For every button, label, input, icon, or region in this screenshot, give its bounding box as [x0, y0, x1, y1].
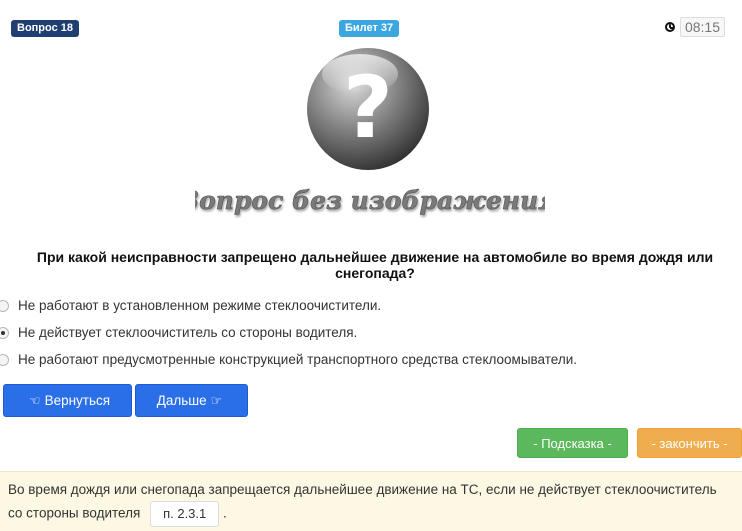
clock-icon — [664, 22, 675, 32]
hint-panel: Во время дождя или снегопада запрещается… — [0, 471, 742, 531]
question-number-badge: Вопрос 18 — [11, 20, 80, 37]
svg-text:?: ? — [343, 58, 393, 158]
answer-list: Не работают в установленном режиме стекл… — [0, 292, 577, 373]
finish-button[interactable]: - закончить - — [637, 428, 742, 458]
answer-option[interactable]: Не действует стеклоочиститель со стороны… — [0, 319, 577, 346]
answer-option[interactable]: Не работают предусмотренные конструкцией… — [0, 346, 577, 373]
ticket-number-badge: Билет 37 — [339, 20, 400, 37]
hand-right-icon: ☞ — [210, 392, 223, 408]
no-image-caption: Вопрос без изображения — [195, 186, 545, 215]
answer-label: Не действует стеклоочиститель со стороны… — [18, 325, 358, 340]
rule-reference[interactable]: п. 2.3.1 — [150, 501, 220, 527]
finish-button-label: - закончить - — [651, 435, 728, 451]
answer-label: Не работают предусмотренные конструкцией… — [18, 352, 578, 367]
back-button-label: Вернуться — [44, 393, 111, 408]
timer-value: 08:15 — [679, 17, 725, 37]
question-text: При какой неисправности запрещено дальне… — [36, 249, 714, 281]
hint-text: Во время дождя или снегопада запрещается… — [8, 482, 717, 521]
next-button-label: Дальше — [156, 393, 207, 408]
back-button[interactable]: ☜ Вернуться — [3, 384, 132, 417]
hint-button-label: - Подсказка - — [533, 435, 612, 451]
hint-suffix: . — [223, 505, 227, 521]
answer-label: Не работают в установленном режиме стекл… — [18, 298, 382, 313]
hint-button[interactable]: - Подсказка - — [517, 428, 628, 458]
answer-radio[interactable] — [0, 353, 9, 366]
timer: 08:15 — [664, 17, 725, 37]
answer-radio[interactable] — [0, 326, 9, 339]
answer-radio[interactable] — [0, 299, 9, 312]
next-button[interactable]: Дальше ☞ — [135, 384, 248, 417]
no-image-placeholder: ? Вопрос без изображения — [195, 48, 545, 215]
answer-option[interactable]: Не работают в установленном режиме стекл… — [0, 292, 577, 319]
hand-left-icon: ☜ — [28, 392, 41, 408]
question-mark-icon: ? — [307, 48, 429, 170]
